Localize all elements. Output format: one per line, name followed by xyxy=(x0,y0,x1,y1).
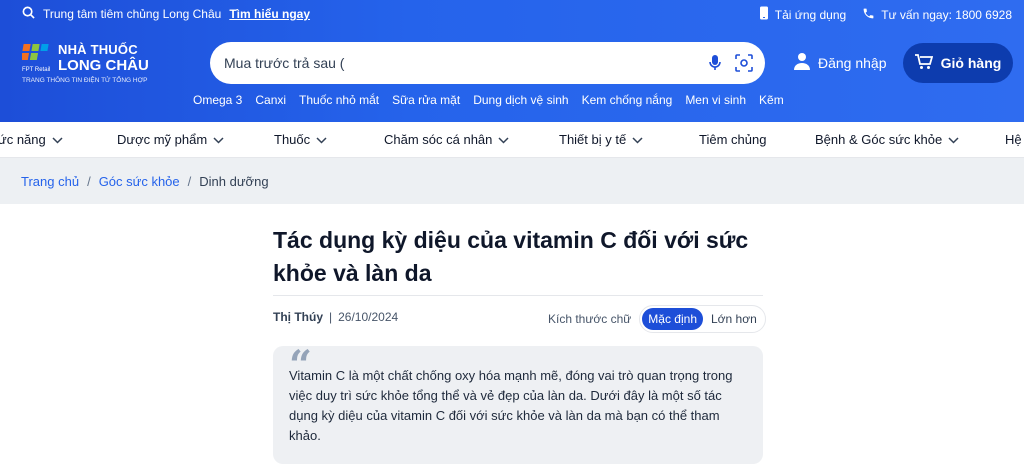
chevron-down-icon xyxy=(213,132,224,147)
logo-line-2: LONG CHÂU xyxy=(58,57,149,74)
promo-text: Trung tâm tiêm chủng Long Châu xyxy=(43,7,222,21)
logo-line-1: NHÀ THUỐC xyxy=(58,42,138,57)
fpt-retail-text: FPT Retail xyxy=(22,67,51,73)
nav-item-tiem-chung[interactable]: Tiêm chủng xyxy=(699,132,766,147)
chevron-down-icon xyxy=(498,132,509,147)
nav-label: Bệnh & Góc sức khỏe xyxy=(815,132,943,147)
keyword-link[interactable]: Sữa rửa mặt xyxy=(392,93,460,107)
promo-link[interactable]: Tìm hiểu ngay xyxy=(229,7,310,21)
nav-item-duoc-my-pham[interactable]: Dược mỹ phẩm xyxy=(117,132,224,147)
chevron-down-icon xyxy=(52,132,63,147)
category-nav: ức năng Dược mỹ phẩm Thuốc Chăm sóc cá n… xyxy=(0,122,1024,158)
nav-item-benh-goc-suc-khoe[interactable]: Bệnh & Góc sức khỏe xyxy=(815,132,959,147)
chevron-down-icon xyxy=(632,132,643,147)
nav-item-chuc-nang[interactable]: ức năng xyxy=(0,132,63,147)
nav-label: Chăm sóc cá nhân xyxy=(384,132,493,147)
article-meta: Thị Thúy | 26/10/2024 xyxy=(273,310,398,324)
font-size-label: Kích thước chữ xyxy=(548,312,632,326)
breadcrumb: Trang chủ / Góc sức khỏe / Dinh dưỡng xyxy=(0,158,1024,204)
user-icon xyxy=(794,52,810,73)
publish-date: 26/10/2024 xyxy=(338,310,399,324)
phone-icon xyxy=(862,7,875,23)
fpt-logo-icon xyxy=(22,44,49,60)
breadcrumb-section[interactable]: Góc sức khỏe xyxy=(99,174,180,189)
font-size-control: Kích thước chữ Mặc định Lớn hơn xyxy=(548,305,766,333)
keyword-link[interactable]: Omega 3 xyxy=(193,93,242,107)
logo-tagline: TRANG THÔNG TIN ĐIỆN TỬ TỔNG HỢP xyxy=(22,77,148,84)
nav-label: Thuốc xyxy=(274,132,311,147)
download-app-label: Tải ứng dụng xyxy=(774,7,847,22)
login-label: Đăng nhập xyxy=(818,54,887,71)
login-button[interactable]: Đăng nhập xyxy=(794,52,887,73)
breadcrumb-separator: / xyxy=(187,174,192,189)
font-default-button[interactable]: Mặc định xyxy=(642,308,703,330)
nav-item-he[interactable]: Hệ xyxy=(1005,132,1022,147)
cart-label: Giỏ hàng xyxy=(940,55,1002,71)
breadcrumb-current: Dinh dưỡng xyxy=(199,174,269,189)
nav-item-thiet-bi-y-te[interactable]: Thiết bị y tế xyxy=(559,132,643,147)
breadcrumb-separator: / xyxy=(87,174,91,189)
font-large-button[interactable]: Lớn hơn xyxy=(705,308,763,330)
site-header: Trung tâm tiêm chủng Long Châu Tìm hiểu … xyxy=(0,0,1024,122)
site-logo[interactable]: FPT Retail NHÀ THUỐC LONG CHÂU TRANG THÔ… xyxy=(22,40,172,90)
nav-item-thuoc[interactable]: Thuốc xyxy=(274,132,327,147)
article-title: Tác dụng kỳ diệu của vitamin C đối với s… xyxy=(273,227,749,286)
keyword-link[interactable]: Canxi xyxy=(255,93,286,107)
keyword-link[interactable]: Thuốc nhỏ mắt xyxy=(299,93,379,107)
keyword-link[interactable]: Dung dịch vệ sinh xyxy=(473,93,568,107)
keyword-link[interactable]: Kem chống nắng xyxy=(582,93,673,107)
quote-text: Vitamin C là một chất chống oxy hóa mạnh… xyxy=(289,368,733,443)
cart-button[interactable]: Giỏ hàng xyxy=(903,43,1013,83)
keyword-link[interactable]: Kẽm xyxy=(759,93,784,107)
search-icon xyxy=(22,6,35,22)
keyword-link[interactable]: Men vi sinh xyxy=(685,93,746,107)
search-bar xyxy=(210,42,765,84)
microphone-icon[interactable] xyxy=(708,54,722,77)
divider xyxy=(273,295,763,296)
nav-label: Thiết bị y tế xyxy=(559,132,627,147)
nav-label: Hệ xyxy=(1005,132,1022,147)
font-size-toggle: Mặc định Lớn hơn xyxy=(639,305,766,333)
nav-item-cham-soc-ca-nhan[interactable]: Chăm sóc cá nhân xyxy=(384,132,509,147)
search-input[interactable] xyxy=(224,52,694,74)
cart-icon xyxy=(914,53,933,73)
author-name[interactable]: Thị Thúy xyxy=(273,310,323,324)
breadcrumb-home[interactable]: Trang chủ xyxy=(21,174,79,189)
hotline-link[interactable]: Tư vấn ngay: 1800 6928 xyxy=(862,7,1012,23)
top-bar: Trung tâm tiêm chủng Long Châu Tìm hiểu … xyxy=(0,0,1024,28)
nav-label: Tiêm chủng xyxy=(699,132,767,147)
meta-separator: | xyxy=(329,310,333,324)
scan-icon[interactable] xyxy=(735,54,753,77)
chevron-down-icon xyxy=(948,132,959,147)
phone-device-icon xyxy=(759,6,769,23)
popular-keywords: Omega 3 Canxi Thuốc nhỏ mắt Sữa rửa mặt … xyxy=(193,93,784,107)
vaccine-promo[interactable]: Trung tâm tiêm chủng Long Châu Tìm hiểu … xyxy=(22,6,310,22)
chevron-down-icon xyxy=(316,132,327,147)
hotline-label: Tư vấn ngay: 1800 6928 xyxy=(881,7,1012,22)
download-app-link[interactable]: Tải ứng dụng xyxy=(759,6,846,23)
article-summary-quote: “ Vitamin C là một chất chống oxy hóa mạ… xyxy=(273,342,763,464)
nav-label: ức năng xyxy=(0,132,46,147)
nav-label: Dược mỹ phẩm xyxy=(117,132,208,147)
